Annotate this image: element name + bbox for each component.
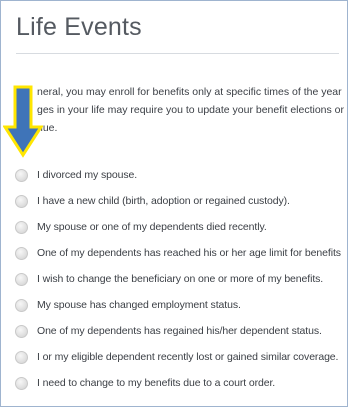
radio-button[interactable] [15,220,28,234]
title-divider [16,53,339,54]
radio-button[interactable] [15,350,28,364]
option-change-beneficiary[interactable]: I wish to change the beneficiary on one … [15,266,347,292]
option-label: I wish to change the beneficiary on one … [37,273,324,285]
intro-text: neral, you may enroll for benefits only … [37,83,347,137]
option-label: I divorced my spouse. [37,169,138,181]
option-label: My spouse or one of my dependents died r… [37,221,267,233]
intro-line-2: ges in your life may require you to upda… [37,104,345,116]
option-label: I have a new child (birth, adoption or r… [37,195,290,207]
radio-button[interactable] [15,324,28,338]
radio-button[interactable] [15,298,28,312]
life-event-options: I divorced my spouse. I have a new child… [15,162,347,396]
intro-line-3: nue. [37,122,58,134]
life-events-panel: Life Events neral, you may enroll for be… [0,0,348,407]
radio-button[interactable] [15,194,28,208]
option-label: My spouse has changed employment status. [37,299,241,311]
option-label: I need to change to my benefits due to a… [37,377,276,389]
radio-button[interactable] [15,376,28,390]
option-age-limit[interactable]: One of my dependents has reached his or … [15,240,347,266]
option-coverage-change[interactable]: I or my eligible dependent recently lost… [15,344,347,370]
radio-button[interactable] [15,168,28,182]
option-spouse-employment[interactable]: My spouse has changed employment status. [15,292,347,318]
option-court-order[interactable]: I need to change to my benefits due to a… [15,370,347,396]
option-dependent-died[interactable]: My spouse or one of my dependents died r… [15,214,347,240]
option-new-child[interactable]: I have a new child (birth, adoption or r… [15,188,347,214]
radio-button[interactable] [15,246,28,260]
option-divorced[interactable]: I divorced my spouse. [15,162,347,188]
page-title: Life Events [16,13,142,41]
radio-button[interactable] [15,272,28,286]
option-label: I or my eligible dependent recently lost… [37,351,339,363]
option-label: One of my dependents has regained his/he… [37,325,322,337]
intro-line-1: neral, you may enroll for benefits only … [37,86,342,98]
option-dependent-regained[interactable]: One of my dependents has regained his/he… [15,318,347,344]
option-label: One of my dependents has reached his or … [37,247,341,259]
